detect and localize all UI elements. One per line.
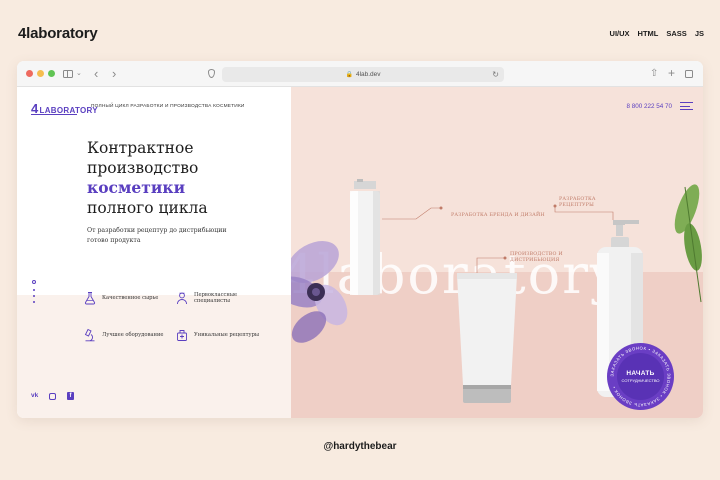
cta-title: НАЧАТЬ (626, 370, 655, 377)
feature-item: Первоклассные специалисты (175, 291, 264, 305)
browser-toolbar: ⌄ ‹ › 🔒 4lab.dev ↻ ⇧ + (17, 61, 703, 87)
tech-item: SASS (666, 29, 687, 38)
feature-item: Лучшее оборудование (83, 328, 172, 342)
recipe-icon (175, 328, 189, 342)
flask-icon (83, 291, 97, 305)
features-panel (17, 295, 291, 418)
back-arrow-icon[interactable]: ‹ (94, 67, 98, 81)
headline-accent: косметики (87, 178, 186, 197)
feature-text: Лучшее оборудование (102, 331, 164, 338)
hero-right-panel: 8 800 222 54 70 4laboratory РАЗРАБОТКА Б… (281, 87, 703, 418)
hero-headline: Контрактное производство косметики полно… (87, 138, 208, 218)
new-tab-icon[interactable]: + (668, 66, 675, 80)
flower-illustration (291, 241, 348, 343)
privacy-shield-icon[interactable] (208, 69, 215, 78)
address-bar[interactable]: 🔒 4lab.dev ↻ (222, 67, 504, 82)
portfolio-title: 4laboratory (18, 25, 98, 42)
feature-item: Уникальные рецептуры (175, 328, 264, 342)
start-cooperation-button[interactable]: ЗАКАЗАТЬ ЗВОНОК • ЗАКАЗАТЬ ЗВОНОК • ЗАКА… (607, 343, 674, 410)
tech-item: HTML (637, 29, 659, 38)
url-text: 4lab.dev (355, 71, 381, 78)
pager-dot[interactable] (33, 289, 35, 291)
feature-text: Уникальные рецептуры (194, 331, 260, 338)
close-window-button[interactable] (26, 70, 33, 77)
facebook-icon[interactable]: f (67, 392, 74, 400)
pager-dot[interactable] (33, 301, 35, 303)
production-label: ПРОИЗВОДСТВО И ДИСТРИБЬЮЦИЯ (510, 252, 563, 263)
tech-list: UI/UX HTML SASS JS (610, 29, 704, 38)
headline-line: Контрактное (87, 139, 194, 157)
reload-icon[interactable]: ↻ (492, 67, 499, 82)
brand-design-label: РАЗРАБОТКА БРЕНДА И ДИЗАЙН (451, 213, 545, 218)
tech-item: UI/UX (609, 29, 630, 38)
author-credit: @hardythebear (323, 441, 397, 452)
microscope-icon (83, 328, 97, 342)
serum-bottle (350, 179, 380, 295)
site-tagline: ПОЛНЫЙ ЦИКЛ РАЗРАБОТКИ И ПРОИЗВОДСТВА КО… (91, 104, 245, 109)
cream-tube (457, 273, 517, 403)
browser-window: ⌄ ‹ › 🔒 4lab.dev ↻ ⇧ + 4LABORATORY ПОЛНЫЙ… (17, 61, 703, 418)
headline-line: производство (87, 159, 199, 177)
pager-dot[interactable] (33, 295, 35, 297)
tab-overview-icon[interactable] (685, 70, 693, 78)
minimize-window-button[interactable] (37, 70, 44, 77)
chevron-down-icon[interactable]: ⌄ (76, 67, 82, 81)
feature-item: Качественное сырье (83, 291, 172, 305)
vk-icon[interactable]: vk (31, 392, 38, 399)
lock-icon: 🔒 (345, 72, 353, 78)
hero-left-panel: 4LABORATORY ПОЛНЫЙ ЦИКЛ РАЗРАБОТКИ И ПРО… (17, 87, 291, 418)
maximize-window-button[interactable] (48, 70, 55, 77)
sidebar-toggle-icon[interactable] (63, 70, 73, 78)
pager-dot-active[interactable] (32, 280, 36, 284)
forward-arrow-icon[interactable]: › (112, 67, 116, 81)
feature-text: Качественное сырье (102, 294, 159, 301)
leaf-illustration (674, 184, 702, 303)
cta-subtitle: СОТРУДНИЧЕСТВО (621, 378, 660, 383)
specialist-icon (175, 291, 189, 305)
cta-core: НАЧАТЬ СОТРУДНИЧЕСТВО (617, 353, 664, 400)
logo-underline (31, 114, 77, 115)
headline-line: полного цикла (87, 199, 208, 217)
tech-item: JS (694, 29, 704, 38)
recipes-label: РАЗРАБОТКА РЕЦЕПТУРЫ (559, 197, 596, 208)
share-icon[interactable]: ⇧ (650, 67, 658, 81)
feature-text: Первоклассные специалисты (194, 291, 238, 305)
instagram-icon[interactable] (49, 393, 56, 400)
hero-subtitle: От разработки рецептур до дистрибьюции г… (87, 227, 227, 244)
